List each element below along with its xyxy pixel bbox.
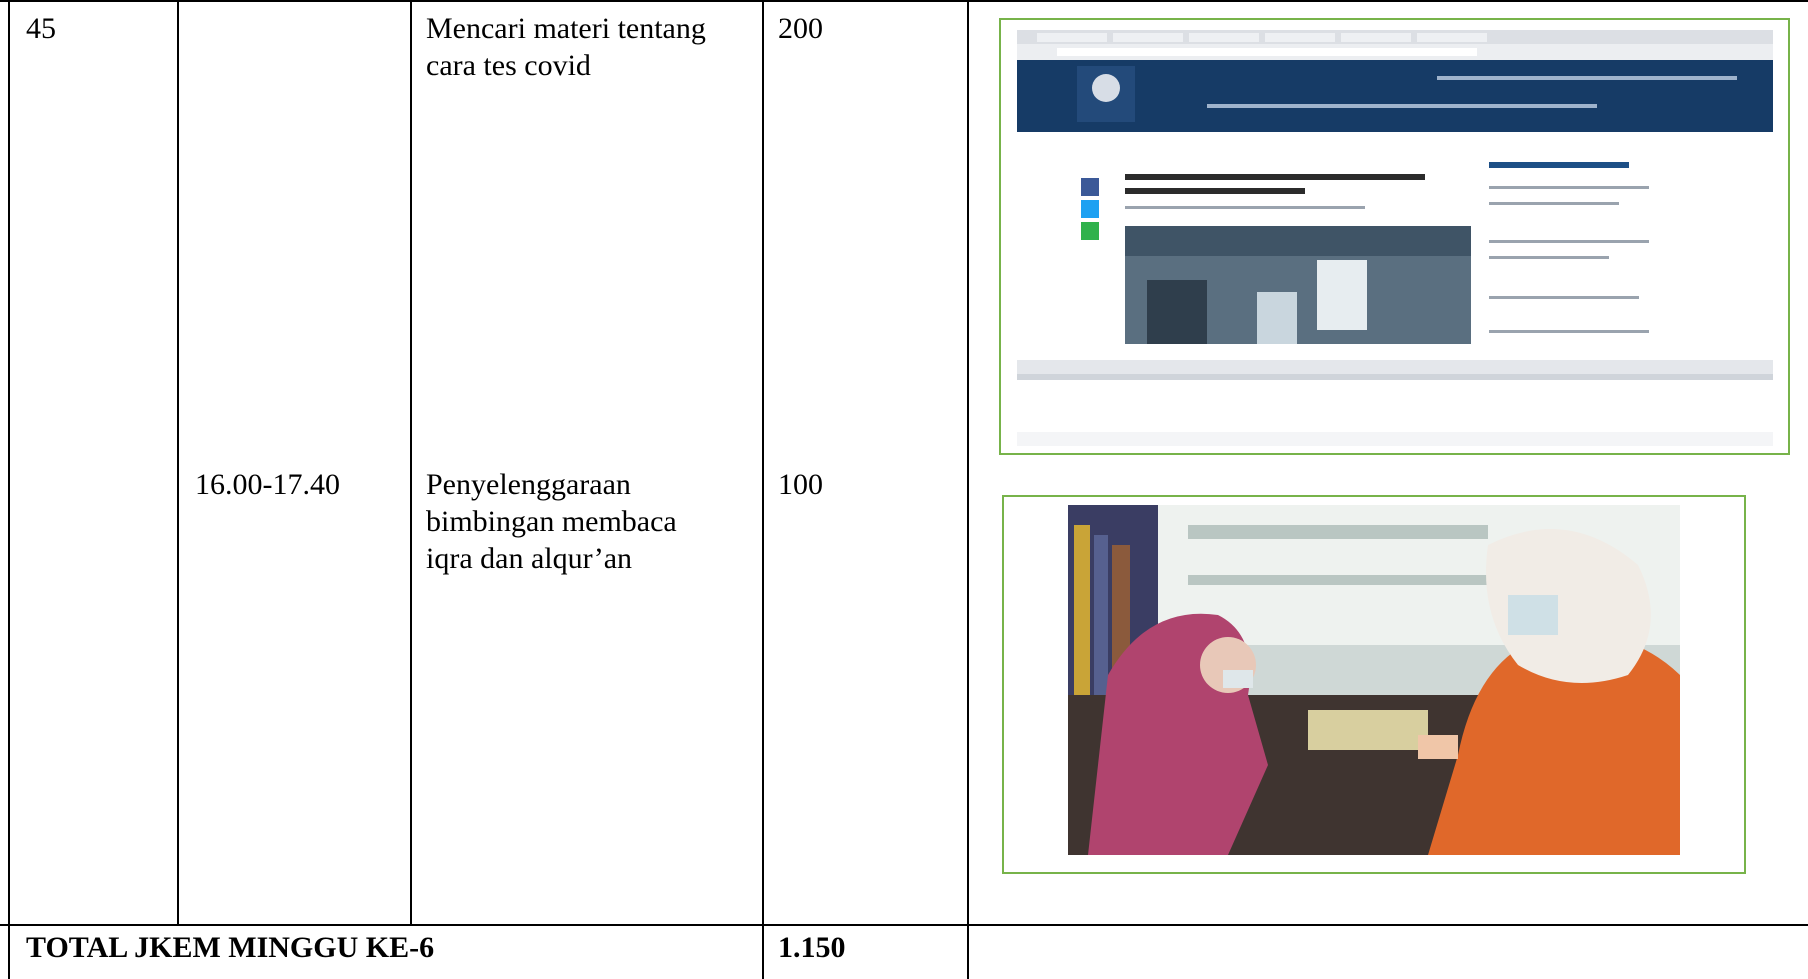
jkem-2: 100 [778,468,823,501]
table-left-border [8,0,10,979]
total-value: 1.150 [778,931,846,964]
row-number: 45 [26,12,56,45]
photo-frame-2 [1002,495,1746,874]
column-divider-4 [967,0,969,979]
column-divider-1 [177,0,179,925]
reading-session-photo-icon [1068,505,1680,855]
total-row-top-border [0,924,1808,926]
time-2: 16.00-17.40 [195,468,340,501]
column-divider-2 [410,0,412,925]
table-top-border [0,0,1808,2]
total-label: TOTAL JKEM MINGGU KE-6 [26,931,435,964]
activity-1: Mencari materi tentang cara tes covid [426,12,706,82]
activity-2: Penyelenggaraan bimbingan membaca iqra d… [426,468,677,575]
jkem-1: 200 [778,12,823,45]
column-divider-3 [762,0,764,979]
webpage-screenshot-icon [1017,30,1773,446]
photo-frame-1 [999,18,1790,455]
